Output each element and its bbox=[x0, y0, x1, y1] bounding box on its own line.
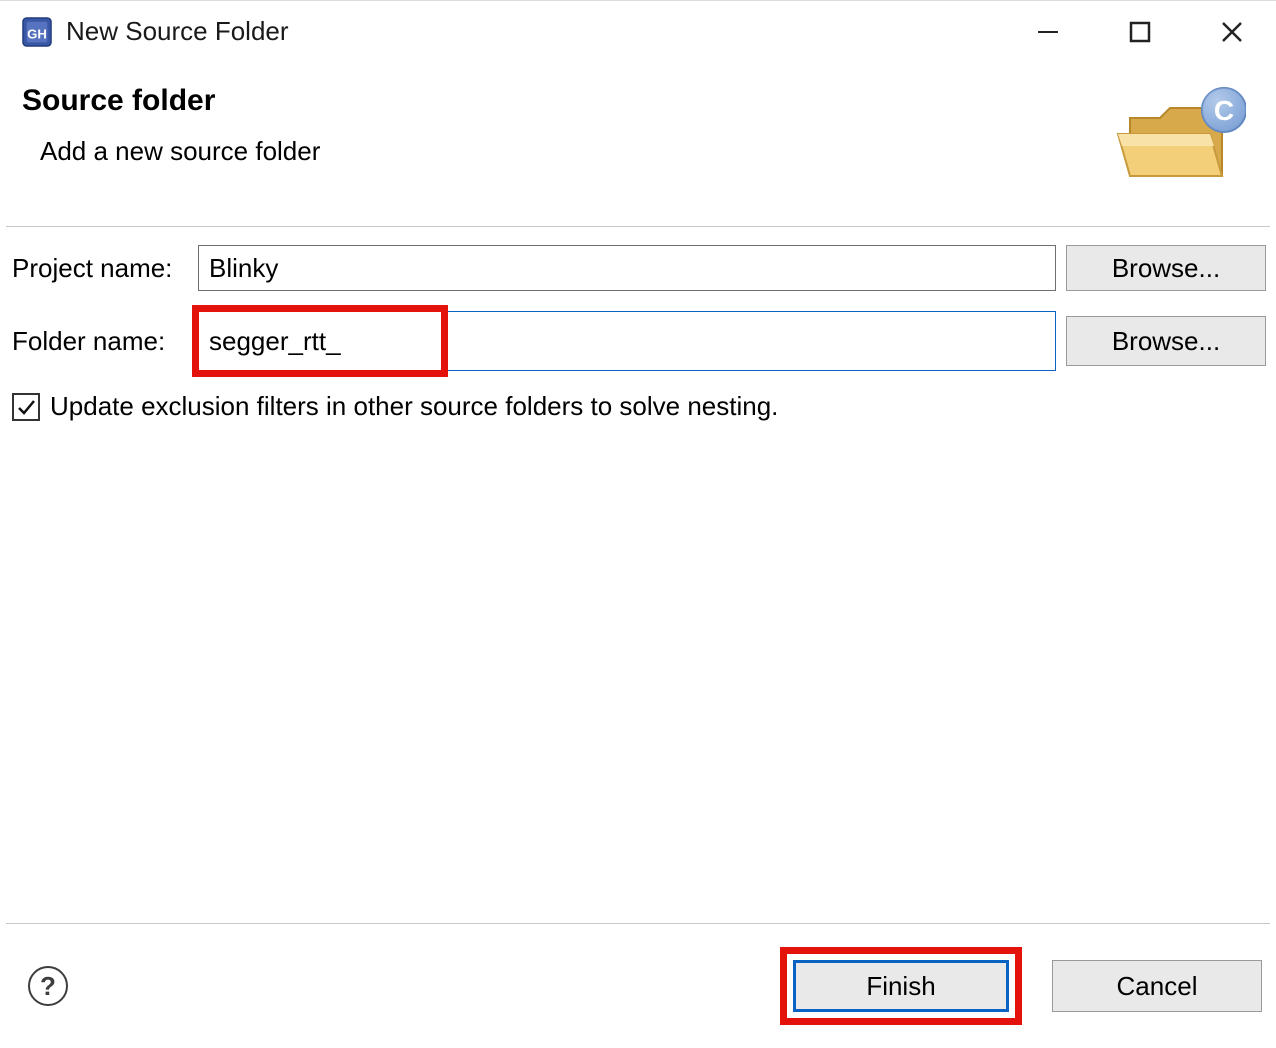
folder-name-label: Folder name: bbox=[10, 326, 188, 357]
folder-name-input[interactable] bbox=[199, 318, 1055, 364]
dialog-subheading: Add a new source folder bbox=[40, 136, 320, 167]
dialog-header: Source folder Add a new source folder C bbox=[0, 62, 1276, 226]
svg-text:C: C bbox=[1214, 95, 1234, 126]
svg-text:GH: GH bbox=[27, 26, 47, 41]
window-controls bbox=[1032, 16, 1264, 48]
window-title: New Source Folder bbox=[66, 16, 1032, 47]
folder-c-icon: C bbox=[1116, 84, 1246, 194]
highlight-box: Finish bbox=[780, 947, 1022, 1025]
dialog-heading: Source folder bbox=[22, 84, 320, 118]
close-button[interactable] bbox=[1216, 16, 1248, 48]
project-name-row: Project name: Browse... bbox=[10, 245, 1266, 291]
finish-button[interactable]: Finish bbox=[793, 960, 1009, 1012]
exclusion-filter-label: Update exclusion filters in other source… bbox=[50, 391, 778, 422]
help-button[interactable]: ? bbox=[28, 966, 68, 1006]
form-area: Project name: Browse... Folder name: Bro… bbox=[0, 227, 1276, 923]
folder-browse-button[interactable]: Browse... bbox=[1066, 316, 1266, 366]
exclusion-filter-checkbox[interactable] bbox=[12, 393, 40, 421]
cancel-button[interactable]: Cancel bbox=[1052, 960, 1262, 1012]
folder-name-input-wrap bbox=[198, 311, 1056, 371]
help-icon: ? bbox=[40, 971, 56, 1002]
project-name-label: Project name: bbox=[10, 253, 188, 284]
folder-name-row: Folder name: Browse... bbox=[10, 311, 1266, 371]
app-icon: GH bbox=[22, 17, 52, 47]
project-browse-button[interactable]: Browse... bbox=[1066, 245, 1266, 291]
minimize-button[interactable] bbox=[1032, 16, 1064, 48]
exclusion-filter-row: Update exclusion filters in other source… bbox=[10, 391, 1266, 422]
project-name-input[interactable] bbox=[198, 245, 1056, 291]
dialog-footer: ? Finish Cancel bbox=[0, 924, 1276, 1048]
titlebar: GH New Source Folder bbox=[0, 0, 1276, 62]
maximize-button[interactable] bbox=[1124, 16, 1156, 48]
